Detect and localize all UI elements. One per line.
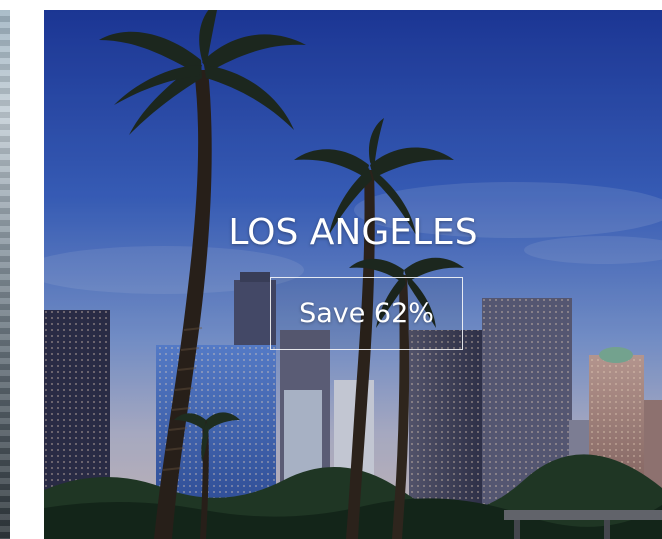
- destination-carousel: LOS ANGELES Save 62%: [0, 0, 662, 539]
- save-offer-button[interactable]: Save 62%: [270, 277, 463, 350]
- previous-destination-card[interactable]: [0, 10, 10, 539]
- destination-title: LOS ANGELES: [228, 212, 478, 253]
- image-overlay: [44, 10, 662, 539]
- destination-card-los-angeles[interactable]: LOS ANGELES Save 62%: [44, 10, 662, 539]
